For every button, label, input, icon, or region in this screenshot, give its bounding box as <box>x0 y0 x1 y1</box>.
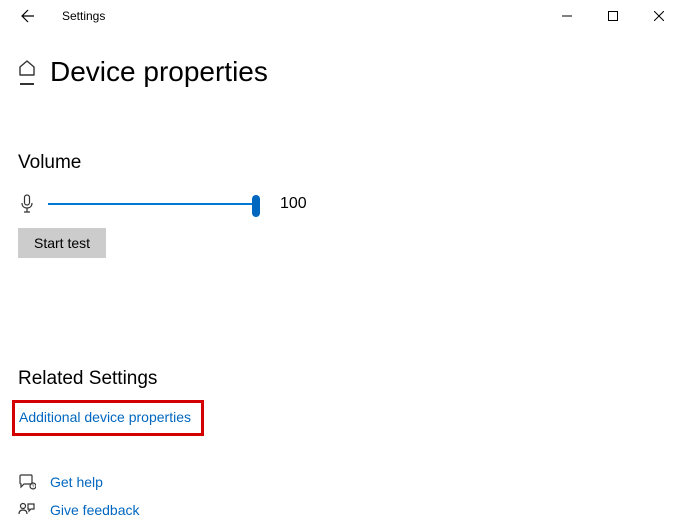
additional-device-properties-link[interactable]: Additional device properties <box>19 409 191 425</box>
give-feedback-link[interactable]: Give feedback <box>50 502 140 518</box>
volume-value: 100 <box>280 195 307 213</box>
minimize-icon <box>562 11 572 21</box>
home-button[interactable] <box>18 59 36 85</box>
page-title: Device properties <box>50 56 268 88</box>
microphone-icon <box>18 194 36 214</box>
maximize-icon <box>608 11 618 21</box>
start-test-button[interactable]: Start test <box>18 228 106 258</box>
volume-slider-thumb[interactable] <box>252 195 260 217</box>
get-help-row: ? Get help <box>18 474 672 490</box>
content-area: Device properties Volume 100 Start test … <box>0 32 690 518</box>
give-feedback-row: Give feedback <box>18 502 672 518</box>
back-arrow-icon <box>20 8 36 24</box>
titlebar: Settings <box>0 0 690 32</box>
svg-text:?: ? <box>32 485 35 491</box>
page-header: Device properties <box>18 56 672 88</box>
related-settings-title: Related Settings <box>18 368 672 390</box>
volume-section: Volume 100 Start test <box>18 152 672 258</box>
window-controls <box>544 0 682 32</box>
highlighted-link-box: Additional device properties <box>12 400 204 436</box>
footer-links: ? Get help Give feedback <box>18 474 672 518</box>
back-button[interactable] <box>16 4 40 28</box>
window-title: Settings <box>62 9 105 23</box>
help-icon: ? <box>18 474 36 490</box>
volume-slider-row: 100 <box>18 194 672 214</box>
get-help-link[interactable]: Get help <box>50 474 103 490</box>
home-underline <box>20 83 34 85</box>
minimize-button[interactable] <box>544 0 590 32</box>
volume-slider[interactable] <box>48 203 256 205</box>
close-icon <box>654 11 664 21</box>
maximize-button[interactable] <box>590 0 636 32</box>
feedback-icon <box>18 502 36 518</box>
close-button[interactable] <box>636 0 682 32</box>
home-icon <box>18 59 36 77</box>
volume-label: Volume <box>18 152 672 174</box>
related-settings-section: Related Settings Additional device prope… <box>18 368 672 436</box>
